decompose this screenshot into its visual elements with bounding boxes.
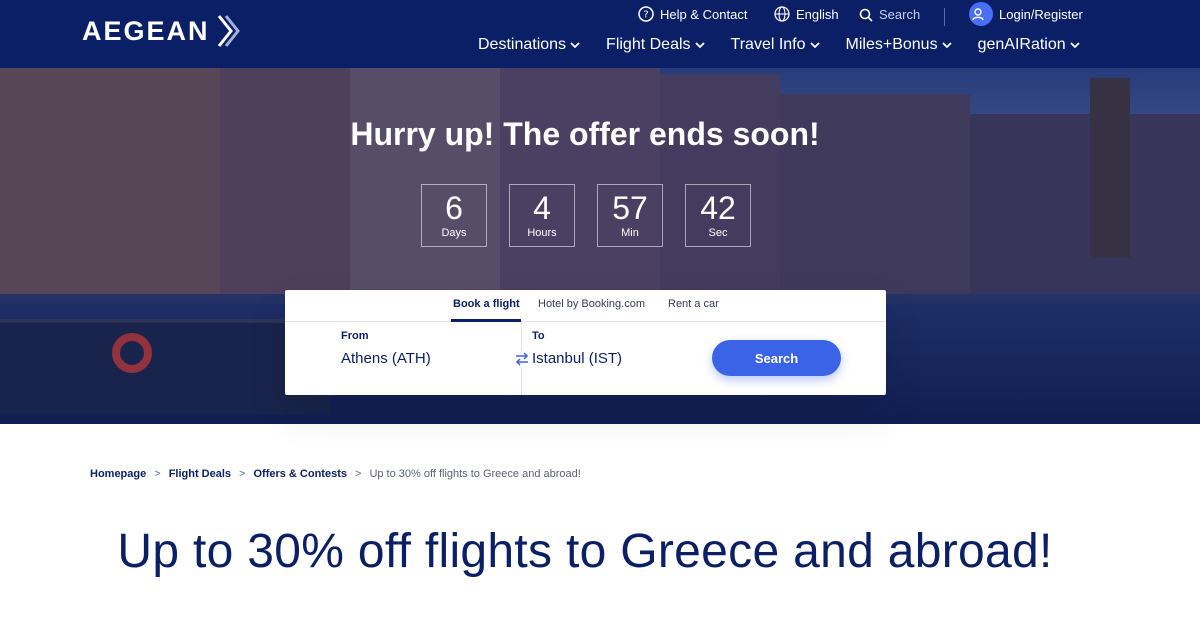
nav-item-genairation[interactable]: genAIRation xyxy=(978,36,1080,54)
to-label: To xyxy=(532,330,545,342)
countdown-label: Sec xyxy=(708,227,728,239)
tab-rent-a-car[interactable]: Rent a car xyxy=(668,298,719,310)
help-icon: ? xyxy=(638,6,654,22)
booking-widget: Book a flight Hotel by Booking.com Rent … xyxy=(285,290,886,395)
language-selector[interactable]: English xyxy=(774,6,839,22)
chevron-down-icon xyxy=(809,41,820,48)
chevron-down-icon xyxy=(570,41,580,48)
booking-tabs: Book a flight Hotel by Booking.com Rent … xyxy=(285,290,886,322)
language-label: English xyxy=(796,6,839,22)
to-field[interactable]: To Istanbul (IST) xyxy=(532,330,622,367)
page-title: Up to 30% off flights to Greece and abro… xyxy=(117,525,1053,578)
countdown-value: 57 xyxy=(612,190,648,226)
countdown-minutes: 57 Min xyxy=(597,184,663,247)
countdown-hours: 4 Hours xyxy=(509,184,575,247)
chevron-down-icon xyxy=(694,41,705,48)
breadcrumb-offers-contests[interactable]: Offers & Contests xyxy=(253,468,347,480)
login-register-link[interactable]: Login/Register xyxy=(969,2,1083,26)
chevron-down-icon xyxy=(941,41,952,48)
utility-divider xyxy=(944,8,945,26)
search-placeholder: Search xyxy=(879,7,921,22)
breadcrumb-current: Up to 30% off flights to Greece and abro… xyxy=(369,468,581,480)
countdown-label: Hours xyxy=(527,227,557,239)
from-label: From xyxy=(341,330,369,342)
header-search[interactable]: Search xyxy=(859,7,920,22)
breadcrumb: Homepage > Flight Deals > Offers & Conte… xyxy=(90,468,581,480)
countdown-seconds: 42 Sec xyxy=(685,184,751,247)
site-header: AEGEAN ? Help & Contact English Search L… xyxy=(0,0,1200,68)
nav-item-travel-info[interactable]: Travel Info xyxy=(731,36,820,54)
main-nav: Destinations Flight Deals Travel Info Mi… xyxy=(478,36,1080,54)
help-contact-label: Help & Contact xyxy=(660,6,748,22)
user-icon xyxy=(972,8,984,21)
nav-label: Miles+Bonus xyxy=(845,36,938,53)
avatar xyxy=(969,2,993,26)
countdown-label: Days xyxy=(441,227,467,239)
nav-item-flight-deals[interactable]: Flight Deals xyxy=(606,36,705,54)
globe-icon xyxy=(774,6,790,22)
countdown-value: 4 xyxy=(533,190,551,226)
breadcrumb-separator: > xyxy=(154,468,161,480)
nav-item-destinations[interactable]: Destinations xyxy=(478,36,580,54)
tab-hotel-booking[interactable]: Hotel by Booking.com xyxy=(538,298,645,310)
breadcrumb-separator: > xyxy=(239,468,246,480)
help-contact-link[interactable]: ? Help & Contact xyxy=(638,6,747,22)
svg-text:?: ? xyxy=(643,10,648,21)
breadcrumb-separator: > xyxy=(355,468,362,480)
nav-label: genAIRation xyxy=(977,36,1066,53)
to-value: Istanbul (IST) xyxy=(532,350,623,367)
logo-text: AEGEAN xyxy=(82,15,210,46)
tab-book-a-flight[interactable]: Book a flight xyxy=(453,298,520,310)
logo-arrows-icon xyxy=(217,15,240,47)
chevron-down-icon xyxy=(1070,41,1080,48)
nav-label: Travel Info xyxy=(730,36,806,53)
aegean-logo[interactable]: AEGEAN xyxy=(82,14,242,48)
countdown-days: 6 Days xyxy=(421,184,487,247)
countdown-value: 6 xyxy=(445,190,463,226)
swap-icon[interactable] xyxy=(514,351,530,367)
search-icon xyxy=(859,8,873,22)
search-flights-button[interactable]: Search xyxy=(712,340,841,376)
from-field[interactable]: From Athens (ATH) xyxy=(341,330,431,367)
breadcrumb-flight-deals[interactable]: Flight Deals xyxy=(169,468,231,480)
from-value: Athens (ATH) xyxy=(341,350,431,367)
login-label: Login/Register xyxy=(999,6,1083,22)
active-tab-indicator xyxy=(451,319,521,322)
nav-label: Flight Deals xyxy=(606,36,691,53)
countdown-value: 42 xyxy=(700,190,736,226)
countdown-timer: 6 Days 4 Hours 57 Min 42 Sec xyxy=(421,184,751,247)
breadcrumb-homepage[interactable]: Homepage xyxy=(90,468,146,480)
hero-title: Hurry up! The offer ends soon! xyxy=(350,116,820,152)
nav-label: Destinations xyxy=(478,36,567,53)
countdown-label: Min xyxy=(621,227,639,239)
nav-item-miles-bonus[interactable]: Miles+Bonus xyxy=(846,36,952,54)
